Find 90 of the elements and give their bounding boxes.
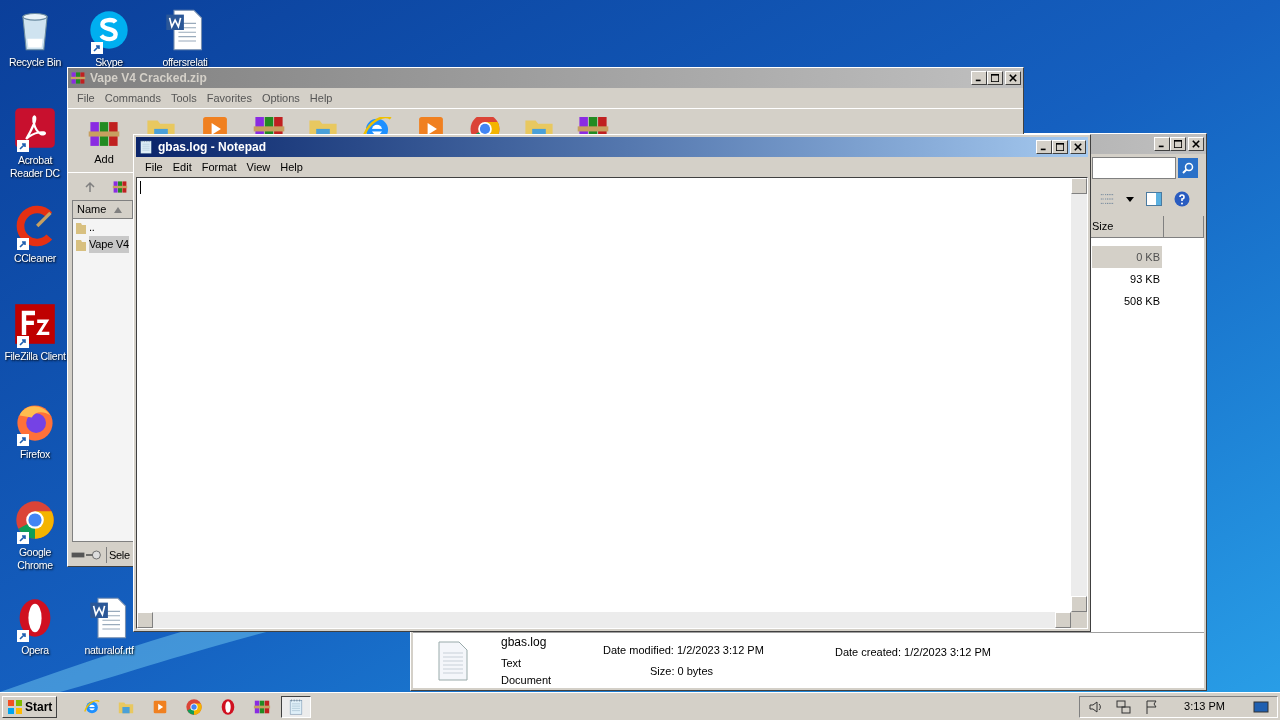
desktop-icon-label[interactable]: Recycle Bin (8, 56, 62, 69)
taskbar-button[interactable] (281, 695, 312, 718)
shortcut-arrow-icon (91, 42, 103, 54)
maximize-icon (1174, 140, 1182, 148)
size-cell[interactable]: 508 KB (1092, 290, 1162, 312)
shortcut-arrow-icon (17, 336, 29, 348)
menu-item[interactable]: Tools (166, 89, 202, 107)
close-button[interactable] (1070, 140, 1086, 154)
close-button[interactable] (1005, 71, 1021, 85)
menu-item[interactable]: File (140, 158, 168, 176)
status-text: Sele (106, 546, 130, 564)
close-icon (1074, 143, 1082, 151)
shortcut-arrow-icon (17, 238, 29, 250)
books-icon (70, 70, 86, 86)
menu-item[interactable]: Commands (99, 89, 166, 107)
fz-logo-icon (13, 302, 57, 346)
desktop-icon-label[interactable]: Google Chrome (3, 546, 67, 572)
clock[interactable]: 3:13 PM (1184, 698, 1225, 715)
shortcut-arrow-icon (17, 532, 29, 544)
file-type: Text Document (501, 656, 553, 688)
desktop-icon-label[interactable]: Opera (21, 644, 49, 657)
file-name[interactable]: .. (89, 219, 95, 236)
desktop-icon-label[interactable]: offersrelati (162, 56, 208, 69)
search-icon (1182, 162, 1194, 174)
desktop-icon-label[interactable]: naturalof.rtf (84, 644, 134, 657)
desktop-icon-label[interactable]: Skype (95, 56, 123, 69)
maximize-button[interactable] (987, 71, 1003, 85)
close-icon (1009, 74, 1017, 82)
file-size-text: Size: 0 bytes (649, 663, 714, 679)
text-file-icon (437, 640, 469, 681)
file-name[interactable]: Vape V4 (89, 236, 129, 253)
menu-item[interactable]: Options (256, 89, 305, 107)
search-field[interactable] (1092, 157, 1176, 179)
caret-icon[interactable] (1126, 195, 1134, 203)
show-desktop-icon[interactable] (1253, 698, 1269, 715)
menu-item[interactable]: View (241, 158, 276, 176)
add-button[interactable]: Add (84, 117, 124, 168)
desktop-icon-label[interactable]: FileZilla Client (4, 350, 66, 363)
folder-icon (75, 220, 87, 235)
maximize-icon (991, 74, 999, 82)
menu-item[interactable]: Help (304, 89, 338, 107)
notepad-icon (287, 697, 306, 716)
menu-item[interactable]: Favorites (201, 89, 257, 107)
menu-item[interactable]: File (72, 89, 100, 107)
column-header[interactable]: Name (73, 201, 133, 219)
desktop-icon-label[interactable]: Acrobat Reader DC (3, 154, 67, 180)
drive-icon (70, 550, 102, 560)
help-icon[interactable] (1174, 191, 1190, 207)
date-modified-text: Date modified: 1/2/2023 3:12 PM (603, 643, 765, 658)
close-button[interactable] (1188, 137, 1204, 151)
up-arrow-icon[interactable] (84, 180, 96, 193)
close-icon (1192, 140, 1200, 148)
column-header[interactable]: Size (1090, 216, 1164, 238)
window-title: Vape V4 Cracked.zip (90, 70, 208, 87)
file-name: gbas.log (501, 634, 548, 651)
maximize-button[interactable] (1052, 140, 1068, 154)
windows-logo-icon (7, 698, 23, 715)
network-icon[interactable] (1116, 698, 1133, 715)
desktop-icon-label[interactable]: Firefox (20, 448, 50, 461)
shortcut-arrow-icon (17, 630, 29, 642)
search-button[interactable] (1178, 158, 1198, 178)
menu-item[interactable]: Help (275, 158, 308, 176)
minimize-button[interactable] (1154, 137, 1170, 151)
start-button[interactable]: Start (2, 695, 58, 718)
chrome-logo-icon (13, 498, 57, 542)
notepad-icon (138, 139, 154, 155)
books-icon (112, 178, 128, 195)
maximize-icon (1056, 143, 1064, 151)
column-header[interactable] (1164, 216, 1204, 238)
maximize-button[interactable] (1170, 137, 1186, 151)
desktop-icon-label[interactable]: CCleaner (14, 252, 56, 265)
vertical-scrollbar[interactable] (1071, 178, 1087, 612)
menu-item[interactable]: Edit (167, 158, 197, 176)
folder-icon (75, 237, 87, 252)
window-title: gbas.log - Notepad (158, 139, 267, 156)
shortcut-arrow-icon (17, 140, 29, 152)
horizontal-scrollbar[interactable] (137, 612, 1087, 628)
date-created-text: Date created: 1/2/2023 3:12 PM (835, 644, 991, 660)
minimize-button[interactable] (1036, 140, 1052, 154)
minimize-button[interactable] (971, 71, 987, 85)
e-logo-icon (83, 697, 102, 716)
size-cell[interactable]: 0 KB (1092, 246, 1162, 268)
s-logo-icon (87, 8, 131, 52)
size-cell[interactable]: 93 KB (1092, 268, 1162, 290)
menu-item[interactable]: Format (196, 158, 242, 176)
preview-pane-icon[interactable] (1146, 191, 1162, 207)
chrome-logo-icon (185, 697, 204, 716)
pdf-logo-icon (13, 106, 57, 150)
shortcut-arrow-icon (17, 434, 29, 446)
sort-arrow-icon (114, 206, 123, 213)
